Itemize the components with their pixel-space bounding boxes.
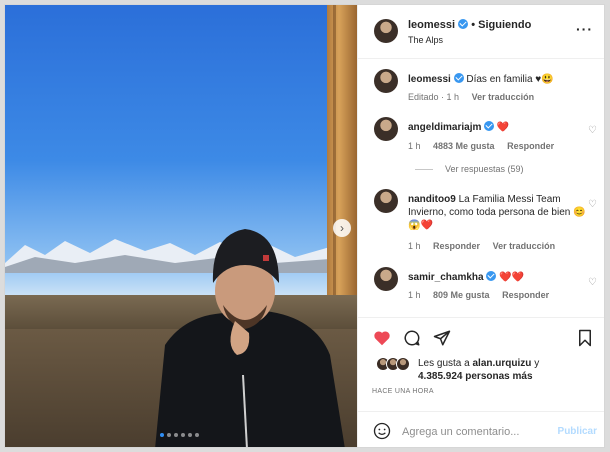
- comment-avatar[interactable]: [374, 117, 398, 141]
- reply-button[interactable]: Responder: [507, 141, 554, 151]
- comment-time: 1 h: [408, 141, 421, 151]
- instagram-post-card: › leomessi • Siguiendo The Alps ··· leom…: [4, 4, 605, 448]
- comment-avatar[interactable]: [374, 189, 398, 213]
- comment-like-icon[interactable]: ♡: [588, 125, 597, 136]
- carousel-dot: [174, 433, 178, 437]
- comment-text: nanditoo9 La Familia Messi Team Invierno…: [408, 193, 588, 232]
- likes-prefix: Les gusta a: [418, 358, 470, 369]
- view-replies-label: Ver respuestas (59): [445, 164, 524, 174]
- caption-body: Días en familia: [466, 74, 533, 85]
- caption-username[interactable]: leomessi: [408, 74, 451, 85]
- caption-edited: Editado · 1 h: [408, 92, 460, 102]
- emoji-icon[interactable]: [372, 421, 392, 441]
- reply-button[interactable]: Responder: [433, 241, 480, 251]
- carousel-dots: [160, 433, 199, 437]
- caption-emoji: ♥😃: [535, 74, 554, 85]
- comment-username[interactable]: angeldimariajm: [408, 122, 481, 133]
- carousel-dot: [195, 433, 199, 437]
- likes-count-link[interactable]: 4.385.924 personas más: [418, 371, 533, 382]
- verified-icon: [458, 19, 469, 29]
- verified-icon: [453, 73, 464, 83]
- comment-time: 1 h: [408, 290, 421, 300]
- author-avatar[interactable]: [374, 19, 398, 43]
- reply-button[interactable]: Responder: [502, 290, 549, 300]
- carousel-dot: [167, 433, 171, 437]
- comment-meta: 1 h 809 Me gusta Responder: [408, 290, 559, 300]
- view-replies-button[interactable]: Ver respuestas (59): [415, 164, 524, 174]
- liker-avatar: [396, 357, 410, 371]
- likes-text: Les gusta a alan.urquizu y 4.385.924 per…: [418, 357, 598, 383]
- following-button[interactable]: Siguiendo: [478, 19, 531, 31]
- carousel-next-button[interactable]: ›: [333, 219, 351, 237]
- comment-icon[interactable]: [402, 328, 422, 348]
- caption-translate-link[interactable]: Ver traducción: [472, 92, 535, 102]
- add-comment-bar: Agrega un comentario... Publicar: [358, 411, 604, 447]
- caption-avatar[interactable]: [374, 69, 398, 93]
- comment-meta: 1 h 4883 Me gusta Responder: [408, 141, 564, 151]
- comment-time: 1 h: [408, 241, 421, 251]
- share-send-icon[interactable]: [432, 328, 452, 348]
- comment-avatar[interactable]: [374, 267, 398, 291]
- action-bar: [358, 317, 604, 357]
- location-link[interactable]: The Alps: [408, 35, 443, 45]
- post-header: leomessi • Siguiendo The Alps ···: [358, 5, 604, 59]
- comment-like-icon[interactable]: ♡: [588, 277, 597, 288]
- post-photo[interactable]: ›: [5, 5, 357, 447]
- verified-icon: [484, 121, 495, 131]
- carousel-dot-active: [160, 433, 164, 437]
- likes-user-link[interactable]: alan.urquizu: [473, 358, 532, 369]
- comment-meta: 1 h Responder Ver traducción: [408, 241, 565, 251]
- more-horizontal-icon[interactable]: ···: [576, 21, 593, 37]
- publish-button[interactable]: Publicar: [558, 426, 597, 437]
- follow-separator: •: [471, 19, 476, 31]
- comment-translate-link[interactable]: Ver traducción: [493, 241, 556, 251]
- post-timestamp[interactable]: HACE UNA HORA: [372, 388, 434, 395]
- comment-username[interactable]: nanditoo9: [408, 194, 456, 205]
- comment-input[interactable]: Agrega un comentario...: [402, 426, 519, 438]
- verified-icon: [486, 271, 497, 281]
- comment-text: samir_chamkha ❤️❤️: [408, 271, 588, 284]
- carousel-dot: [181, 433, 185, 437]
- carousel-dot: [188, 433, 192, 437]
- comment-text: angeldimariajm ❤️: [408, 121, 588, 134]
- likes-connector: y: [534, 358, 540, 369]
- comment-like-icon[interactable]: ♡: [588, 199, 597, 210]
- author-line: leomessi • Siguiendo: [408, 19, 531, 31]
- comment-username[interactable]: samir_chamkha: [408, 272, 484, 283]
- replies-line: [415, 168, 433, 170]
- author-username[interactable]: leomessi: [408, 19, 455, 31]
- like-heart-icon[interactable]: [372, 328, 392, 348]
- post-sidebar: leomessi • Siguiendo The Alps ··· leomes…: [357, 5, 604, 447]
- save-bookmark-icon[interactable]: [575, 328, 595, 348]
- comment-likes[interactable]: 809 Me gusta: [433, 290, 490, 300]
- person-figure: [155, 229, 345, 447]
- comment-likes[interactable]: 4883 Me gusta: [433, 141, 495, 151]
- comment-emoji: ❤️: [496, 122, 510, 133]
- caption-text: leomessi Días en familia ♥😃: [408, 73, 588, 86]
- caption-meta: Editado · 1 h Ver traducción: [408, 92, 544, 102]
- comment-emoji: ❤️❤️: [499, 272, 525, 283]
